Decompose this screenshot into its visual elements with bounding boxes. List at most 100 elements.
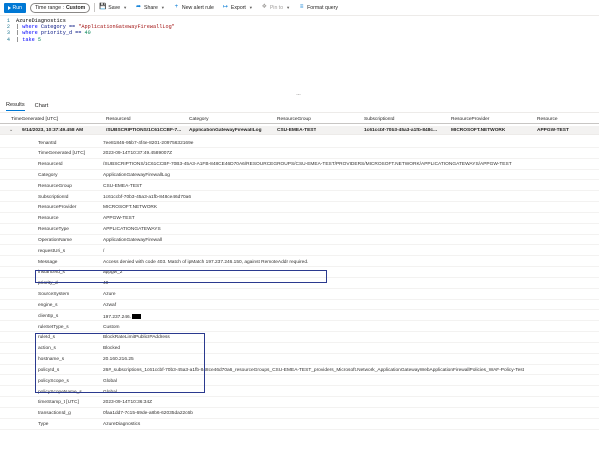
detail-key: ResourceProvider bbox=[38, 205, 77, 211]
column-header-category[interactable]: Category bbox=[189, 117, 208, 122]
format-query-button[interactable]: ≡ Format query bbox=[298, 4, 338, 11]
detail-key: timeStamp_t [UTC] bbox=[38, 400, 79, 406]
detail-row: instanceId_s appgw_2 bbox=[0, 268, 599, 278]
detail-key: policyScope_s bbox=[38, 378, 69, 384]
code-line[interactable]: 1 AzureDiagnostics bbox=[0, 18, 66, 24]
chevron-down-icon: ▼ bbox=[248, 5, 253, 10]
detail-value-text: Global bbox=[103, 389, 117, 395]
new-alert-rule-button[interactable]: + New alert rule bbox=[173, 4, 214, 11]
column-header-resourceid[interactable]: ResourceId bbox=[106, 117, 131, 122]
detail-value: Access denied with code 403. Match of ip… bbox=[103, 260, 308, 265]
code-token: AzureDiagnostics bbox=[16, 18, 66, 24]
detail-row: priority_d 40 bbox=[0, 279, 599, 289]
time-range-label: Time range : bbox=[35, 4, 64, 11]
plus-icon: + bbox=[174, 4, 179, 10]
detail-value-text: Blocked bbox=[103, 346, 121, 352]
detail-value: Azwaf bbox=[103, 303, 116, 308]
detail-row: engine_s Azwaf bbox=[0, 300, 599, 311]
detail-key: requestUri_s bbox=[38, 248, 66, 254]
code-token: priority_d == bbox=[37, 30, 85, 37]
detail-key: SubscriptionId bbox=[38, 194, 69, 200]
code-text: | take 5 bbox=[16, 37, 41, 43]
detail-value: Custom bbox=[103, 325, 120, 330]
tab-results[interactable]: Results bbox=[6, 102, 25, 111]
pin-to-button[interactable]: ❖ Pin to ▼ bbox=[261, 4, 290, 11]
detail-key: Category bbox=[38, 172, 58, 178]
detail-value-text: AzureDiagnostics bbox=[103, 422, 141, 428]
code-text: AzureDiagnostics bbox=[16, 18, 66, 24]
detail-value-text: 40 bbox=[103, 281, 109, 287]
detail-key: policyScopeName_s bbox=[38, 389, 82, 395]
detail-row: TenantId 7ee81846-95b7-4f4e-8201-20975632… bbox=[0, 138, 599, 148]
results-grid-header: TimeGenerated [UTC] ResourceId Category … bbox=[0, 115, 599, 124]
detail-value: 2023-09-14T10:36:34Z bbox=[103, 400, 152, 405]
tab-chart[interactable]: Chart bbox=[35, 103, 49, 111]
detail-row: action_s Blocked bbox=[0, 344, 599, 354]
column-header-timegenerated[interactable]: TimeGenerated [UTC] bbox=[11, 117, 58, 122]
detail-value: Global bbox=[103, 379, 117, 384]
detail-value: ApplicationGatewayFirewall bbox=[103, 238, 162, 243]
resize-handle-icon[interactable]: ··· bbox=[296, 92, 301, 98]
time-range-picker[interactable]: Time range : Custom bbox=[30, 2, 91, 13]
column-header-resourcegroup[interactable]: ResourceGroup bbox=[277, 117, 311, 122]
code-line[interactable]: 3 | where priority_d == 40 bbox=[0, 30, 91, 36]
chevron-down-icon: ▼ bbox=[286, 5, 291, 10]
detail-row: ruleSetType_s Custom bbox=[0, 322, 599, 333]
redaction-block bbox=[132, 313, 142, 319]
detail-value: CSU-EMEA-TEST bbox=[103, 184, 142, 189]
export-button[interactable]: ↦ Export ▼ bbox=[222, 4, 253, 11]
share-button[interactable]: ➦ Share ▼ bbox=[135, 4, 165, 11]
column-header-resource[interactable]: Resource bbox=[537, 117, 558, 122]
detail-value-text: Custom bbox=[103, 324, 120, 330]
query-editor[interactable]: 1 AzureDiagnostics 2 | where Category == "A… bbox=[0, 17, 599, 92]
column-header-resourceprovider[interactable]: ResourceProvider bbox=[451, 117, 489, 122]
detail-key: clientIp_s bbox=[38, 313, 59, 319]
detail-value: 20.160.216.25 bbox=[103, 357, 134, 362]
detail-value-text: 197.237.246. bbox=[103, 314, 132, 320]
chevron-down-icon[interactable]: ⌄ bbox=[9, 127, 13, 133]
run-label: Run bbox=[12, 4, 23, 11]
code-line[interactable]: 2 | where Category == "ApplicationGateway… bbox=[0, 24, 175, 30]
format-icon: ≡ bbox=[299, 4, 304, 10]
query-toolbar: Run Time range : Custom 💾 Save ▼ ➦ Share… bbox=[0, 0, 599, 16]
detail-key: SourceSystem bbox=[38, 292, 70, 298]
detail-value: MICROSOFT.NETWORK bbox=[103, 205, 157, 210]
detail-key: Message bbox=[38, 259, 58, 265]
time-range-value: Custom bbox=[65, 4, 86, 11]
code-token: Category == bbox=[37, 24, 79, 31]
detail-key: ruleSetType_s bbox=[38, 324, 69, 330]
column-header-subscriptionid[interactable]: SubscriptionId bbox=[364, 117, 394, 122]
detail-value: 40 bbox=[103, 281, 108, 286]
detail-row: policyId_s 26#_subscriptions_1c61ccbf-70b… bbox=[0, 365, 599, 376]
detail-key: ruleId_s bbox=[38, 335, 56, 341]
detail-key: transactionId_g bbox=[38, 411, 71, 417]
detail-value: / bbox=[103, 249, 104, 254]
detail-value: BlockRateLimitPublicIPAddress bbox=[103, 335, 170, 340]
new-alert-label: New alert rule bbox=[181, 4, 214, 11]
detail-value: 197.237.246. bbox=[103, 313, 142, 320]
run-button[interactable]: Run bbox=[4, 2, 26, 13]
detail-row: OperationName ApplicationGatewayFirewall bbox=[0, 235, 599, 246]
detail-key: policyId_s bbox=[38, 367, 60, 373]
format-label: Format query bbox=[307, 4, 338, 11]
detail-value: APPLICATIONGATEWAYS bbox=[103, 227, 161, 232]
save-button[interactable]: 💾 Save ▼ bbox=[99, 4, 127, 11]
share-label: Share bbox=[144, 4, 158, 11]
code-line[interactable]: 4 | take 5 bbox=[0, 37, 41, 43]
detail-key: Resource bbox=[38, 216, 59, 222]
detail-value: /SUBSCRIPTIONS/1C61CCBF-70B3-45A3-A1FB-8… bbox=[103, 162, 512, 167]
table-row[interactable]: ⌄ 9/14/2023, 10:37:49.458 AM /SUBSCRIPTI… bbox=[0, 126, 599, 135]
detail-value: AzureDiagnostics bbox=[103, 422, 140, 427]
code-token: 40 bbox=[84, 30, 91, 37]
pin-label: Pin to bbox=[269, 4, 284, 11]
detail-value-text: 1c61ccbf-70b3-45a3-a1fb-848ce46d70a6 bbox=[103, 194, 192, 200]
detail-row: ResourceProvider MICROSOFT.NETWORK bbox=[0, 203, 599, 213]
detail-value-text: 2023-09-14T10:36:34Z bbox=[103, 400, 153, 406]
detail-value: 26#_subscriptions_1c61ccbf-70b3-45a3-a1f… bbox=[103, 368, 524, 373]
detail-row: transactionId_g 0faa1dd7-7c15-69de-a8b6-6… bbox=[0, 409, 599, 419]
toolbar-divider bbox=[94, 3, 96, 12]
code-token: take bbox=[22, 36, 35, 43]
detail-value-text: MICROSOFT.NETWORK bbox=[103, 205, 158, 211]
detail-value-text: APPGW-TEST bbox=[103, 216, 135, 222]
detail-row: ruleId_s BlockRateLimitPublicIPAddress bbox=[0, 333, 599, 343]
